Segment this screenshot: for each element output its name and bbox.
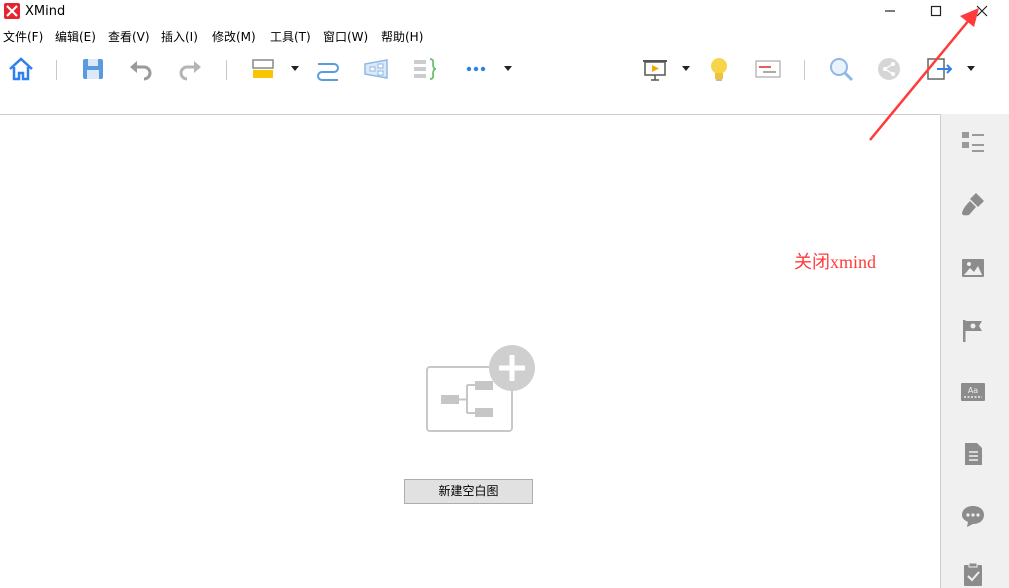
redo-button[interactable]	[175, 54, 205, 84]
menu-insert[interactable]: 插入(I)	[161, 28, 198, 45]
presentation-icon	[643, 60, 667, 81]
presentation-dropdown-caret[interactable]	[682, 66, 690, 71]
title-bar: XMind	[0, 0, 1009, 24]
format-button[interactable]	[959, 190, 987, 218]
relationship-icon	[317, 63, 339, 81]
side-panel: Aa	[941, 114, 1009, 588]
more-icon	[466, 66, 486, 72]
topic-icon	[252, 59, 274, 78]
more-dropdown-caret[interactable]	[504, 66, 512, 71]
summary-icon	[414, 58, 437, 80]
outline-button[interactable]	[959, 128, 987, 156]
toolbar-separator	[56, 60, 57, 80]
svg-text:Aa: Aa	[968, 386, 978, 395]
menu-tools[interactable]: 工具(T)	[270, 28, 311, 45]
relationship-button[interactable]	[313, 54, 343, 84]
notes-button[interactable]	[959, 440, 987, 468]
new-map-icon[interactable]	[425, 345, 537, 435]
comments-button[interactable]	[959, 502, 987, 530]
new-blank-map-button[interactable]: 新建空白图	[404, 479, 533, 504]
image-button[interactable]	[959, 254, 987, 282]
save-button[interactable]	[78, 54, 108, 84]
undo-icon	[130, 61, 152, 81]
image-icon	[962, 259, 984, 277]
annotation-text: 关闭xmind	[794, 252, 877, 272]
menu-edit[interactable]: 编辑(E)	[55, 28, 96, 45]
comments-icon	[962, 506, 984, 527]
presentation-button[interactable]	[640, 54, 670, 84]
gantt-icon	[755, 60, 781, 78]
brainstorm-button[interactable]	[704, 54, 734, 84]
toolbar	[0, 46, 1009, 114]
task-icon	[964, 562, 982, 586]
toolbar-separator	[226, 60, 227, 80]
task-button[interactable]	[959, 560, 987, 588]
text-style-button[interactable]: Aa	[959, 378, 987, 406]
search-icon	[830, 58, 854, 82]
marker-icon	[963, 320, 982, 342]
outline-icon	[962, 132, 984, 152]
gantt-button[interactable]	[753, 54, 783, 84]
save-icon	[83, 59, 103, 79]
menu-modify[interactable]: 修改(M)	[212, 28, 256, 45]
redo-icon	[179, 61, 201, 81]
more-button[interactable]	[461, 54, 491, 84]
format-icon	[962, 193, 984, 216]
search-button[interactable]	[826, 54, 856, 84]
window-title: XMind	[25, 4, 66, 19]
boundary-button[interactable]	[361, 54, 391, 84]
menu-bar: 文件(F) 编辑(E) 查看(V) 插入(I) 修改(M) 工具(T) 窗口(W…	[0, 24, 1009, 46]
undo-button[interactable]	[126, 54, 156, 84]
brainstorm-icon	[711, 58, 727, 81]
menu-help[interactable]: 帮助(H)	[381, 28, 423, 45]
text-style-icon: Aa	[961, 383, 985, 401]
xmind-logo-icon	[4, 3, 20, 19]
home-button[interactable]	[6, 54, 36, 84]
marker-button[interactable]	[959, 316, 987, 344]
summary-button[interactable]	[410, 54, 440, 84]
topic-button[interactable]	[249, 54, 279, 84]
notes-icon	[965, 443, 982, 465]
home-icon	[9, 57, 33, 81]
boundary-icon	[364, 59, 388, 79]
topic-dropdown-caret[interactable]	[291, 66, 299, 71]
menu-view[interactable]: 查看(V)	[108, 28, 150, 45]
toolbar-separator	[804, 60, 805, 80]
menu-file[interactable]: 文件(F)	[3, 28, 43, 45]
menu-window[interactable]: 窗口(W)	[323, 28, 368, 45]
